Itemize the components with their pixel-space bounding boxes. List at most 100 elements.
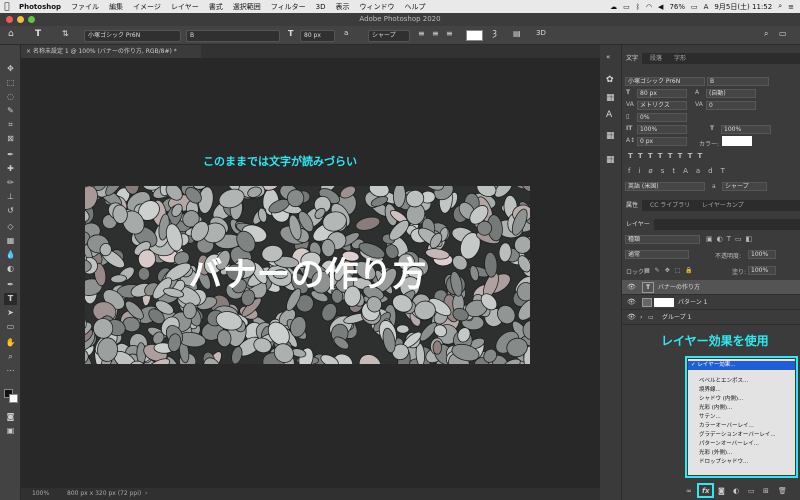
char-icon[interactable]: A: [606, 110, 612, 120]
opentype-buttons[interactable]: fiøstAadT: [628, 167, 733, 175]
text-style-buttons[interactable]: TTTTTTTT: [628, 152, 707, 160]
menu-view[interactable]: 表示: [330, 2, 354, 12]
menu-select[interactable]: 選択範囲: [228, 2, 266, 12]
menu-3d[interactable]: 3D: [311, 3, 331, 11]
dodge-tool-icon[interactable]: ◐: [4, 263, 17, 275]
tab-cc-libraries[interactable]: CC ライブラリ: [646, 200, 694, 211]
eraser-tool-icon[interactable]: ◇: [4, 221, 17, 233]
visibility-eye-icon[interactable]: 👁: [627, 295, 636, 310]
battery-icon[interactable]: ▭: [691, 3, 698, 11]
menu-item-gradient-overlay[interactable]: グラデーションオーバーレイ...: [688, 431, 795, 440]
menu-item-bevel[interactable]: ベベルとエンボス...: [688, 377, 795, 386]
layer-row-group[interactable]: 👁 › ▭ グループ 1: [622, 310, 800, 325]
text-orientation-icon[interactable]: ⇅: [62, 29, 69, 38]
wifi-icon[interactable]: ◠: [646, 3, 652, 11]
zoom-tool-icon[interactable]: ⌕: [4, 351, 17, 363]
tab-glyphs[interactable]: 字形: [670, 53, 690, 64]
menu-filter[interactable]: フィルター: [266, 2, 311, 12]
quick-mask-icon[interactable]: ◙: [4, 411, 17, 423]
menu-item-color-overlay[interactable]: カラーオーバーレイ...: [688, 422, 795, 431]
char-leading[interactable]: (自動): [706, 89, 756, 98]
fill-input[interactable]: 100%: [748, 266, 776, 275]
minimize-window-icon[interactable]: [17, 16, 24, 23]
menu-edit[interactable]: 編集: [104, 2, 128, 12]
clone-stamp-icon[interactable]: ⊥: [4, 191, 17, 203]
font-size-select[interactable]: 80 px: [300, 30, 335, 42]
char-font-size[interactable]: 80 px: [637, 89, 687, 98]
palette-icon[interactable]: ✿: [606, 75, 614, 85]
char-kerning[interactable]: メトリクス: [637, 101, 687, 110]
char-tracking[interactable]: 0: [706, 101, 756, 110]
document-tab[interactable]: × 名称未設定 1 @ 100% (バナーの作り方, RGB/8#) *: [21, 45, 201, 58]
menu-item-satin[interactable]: サテン...: [688, 413, 795, 422]
collapse-icon[interactable]: «: [606, 53, 610, 61]
type-tool-active-icon[interactable]: T: [4, 293, 17, 305]
tab-layers[interactable]: レイヤー: [622, 219, 654, 230]
background-color-swatch[interactable]: [9, 394, 18, 403]
menu-item-outer-glow[interactable]: 光彩 (外側)...: [688, 449, 795, 458]
zoom-window-icon[interactable]: [28, 16, 35, 23]
menu-item-pattern-overlay[interactable]: パターンオーバーレイ...: [688, 440, 795, 449]
text-color-swatch[interactable]: [466, 30, 483, 41]
bluetooth-icon[interactable]: ᛒ: [636, 3, 640, 11]
char-baseline[interactable]: 0 px: [637, 137, 687, 146]
font-family-select[interactable]: 小塚ゴシック Pr6N: [84, 30, 181, 42]
hand-tool-icon[interactable]: ✋: [4, 337, 17, 349]
menu-image[interactable]: イメージ: [128, 2, 166, 12]
history-brush-icon[interactable]: ↺: [4, 205, 17, 217]
char-language[interactable]: 英語 (米国): [625, 182, 705, 191]
chevron-right-icon[interactable]: ›: [640, 310, 642, 325]
input-method-icon[interactable]: A: [704, 3, 709, 11]
blur-tool-icon[interactable]: 💧: [4, 249, 17, 261]
path-select-icon[interactable]: ➤: [4, 307, 17, 319]
apple-icon[interactable]: : [0, 2, 14, 12]
menu-help[interactable]: ヘルプ: [399, 2, 430, 12]
lock-icons[interactable]: ▦✎✥⬚🔒: [644, 267, 698, 274]
control-center-icon[interactable]: ≡: [788, 3, 794, 11]
quick-select-tool-icon[interactable]: ✎: [4, 105, 17, 117]
menu-type[interactable]: 書式: [204, 2, 228, 12]
3d-button[interactable]: 3D: [536, 29, 546, 37]
workspace-icon[interactable]: ▭: [779, 29, 787, 38]
healing-brush-icon[interactable]: ✚: [4, 163, 17, 175]
pen-tool-icon[interactable]: ✒: [4, 279, 17, 291]
tab-properties[interactable]: 属性: [622, 200, 643, 211]
menu-file[interactable]: ファイル: [66, 2, 104, 12]
char-antialias[interactable]: シャープ: [722, 182, 767, 191]
home-icon[interactable]: ⌂: [8, 29, 14, 39]
tab-paragraph[interactable]: 段落: [646, 53, 666, 64]
char-vscale[interactable]: 100%: [637, 125, 687, 134]
marquee-tool-icon[interactable]: ⬚: [4, 77, 17, 89]
add-mask-icon[interactable]: ◙: [718, 487, 725, 495]
align-right-icon[interactable]: ≡: [446, 29, 453, 38]
adjustment-layer-icon[interactable]: ◐: [733, 487, 739, 495]
datetime[interactable]: 9月5日(土) 11:52: [714, 2, 772, 12]
gradient-tool-icon[interactable]: ▦: [4, 235, 17, 247]
table-icon[interactable]: ▦: [606, 131, 615, 141]
zoom-level[interactable]: 100%: [32, 488, 49, 500]
warp-text-icon[interactable]: Ȝ: [492, 29, 497, 38]
menu-app-name[interactable]: Photoshop: [14, 3, 66, 11]
screen-mode-icon[interactable]: ▣: [4, 425, 17, 437]
new-group-icon[interactable]: ▭: [748, 487, 755, 495]
eyedropper-tool-icon[interactable]: ✒: [4, 149, 17, 161]
antialias-select[interactable]: シャープ: [368, 30, 410, 42]
char-font-style[interactable]: B: [707, 77, 769, 86]
move-tool-icon[interactable]: ✥: [4, 63, 17, 75]
char-tsume[interactable]: 0%: [637, 113, 687, 122]
brush-tool-icon[interactable]: ✏: [4, 177, 17, 189]
panel-grid-icon[interactable]: ▦: [606, 155, 615, 165]
layer-filter-icons[interactable]: ▣◐T▭◧: [706, 235, 756, 243]
layer-row-text[interactable]: 👁 T バナーの作り方: [622, 280, 800, 295]
layer-filter-select[interactable]: 種類: [625, 235, 700, 244]
swatches-icon[interactable]: ▦: [606, 93, 615, 103]
char-panel-toggle-icon[interactable]: ▤: [513, 29, 521, 38]
banner-canvas[interactable]: バナーの作り方: [85, 186, 530, 364]
char-hscale[interactable]: 100%: [721, 125, 771, 134]
menu-item-inner-shadow[interactable]: シャドウ (内側)...: [688, 395, 795, 404]
tab-character[interactable]: 文字: [622, 53, 643, 64]
cloud-icon[interactable]: ☁: [610, 3, 617, 11]
menu-item-drop-shadow[interactable]: ドロップシャドウ...: [688, 458, 795, 467]
lasso-tool-icon[interactable]: ◌: [4, 91, 17, 103]
shape-tool-icon[interactable]: ▭: [4, 321, 17, 333]
